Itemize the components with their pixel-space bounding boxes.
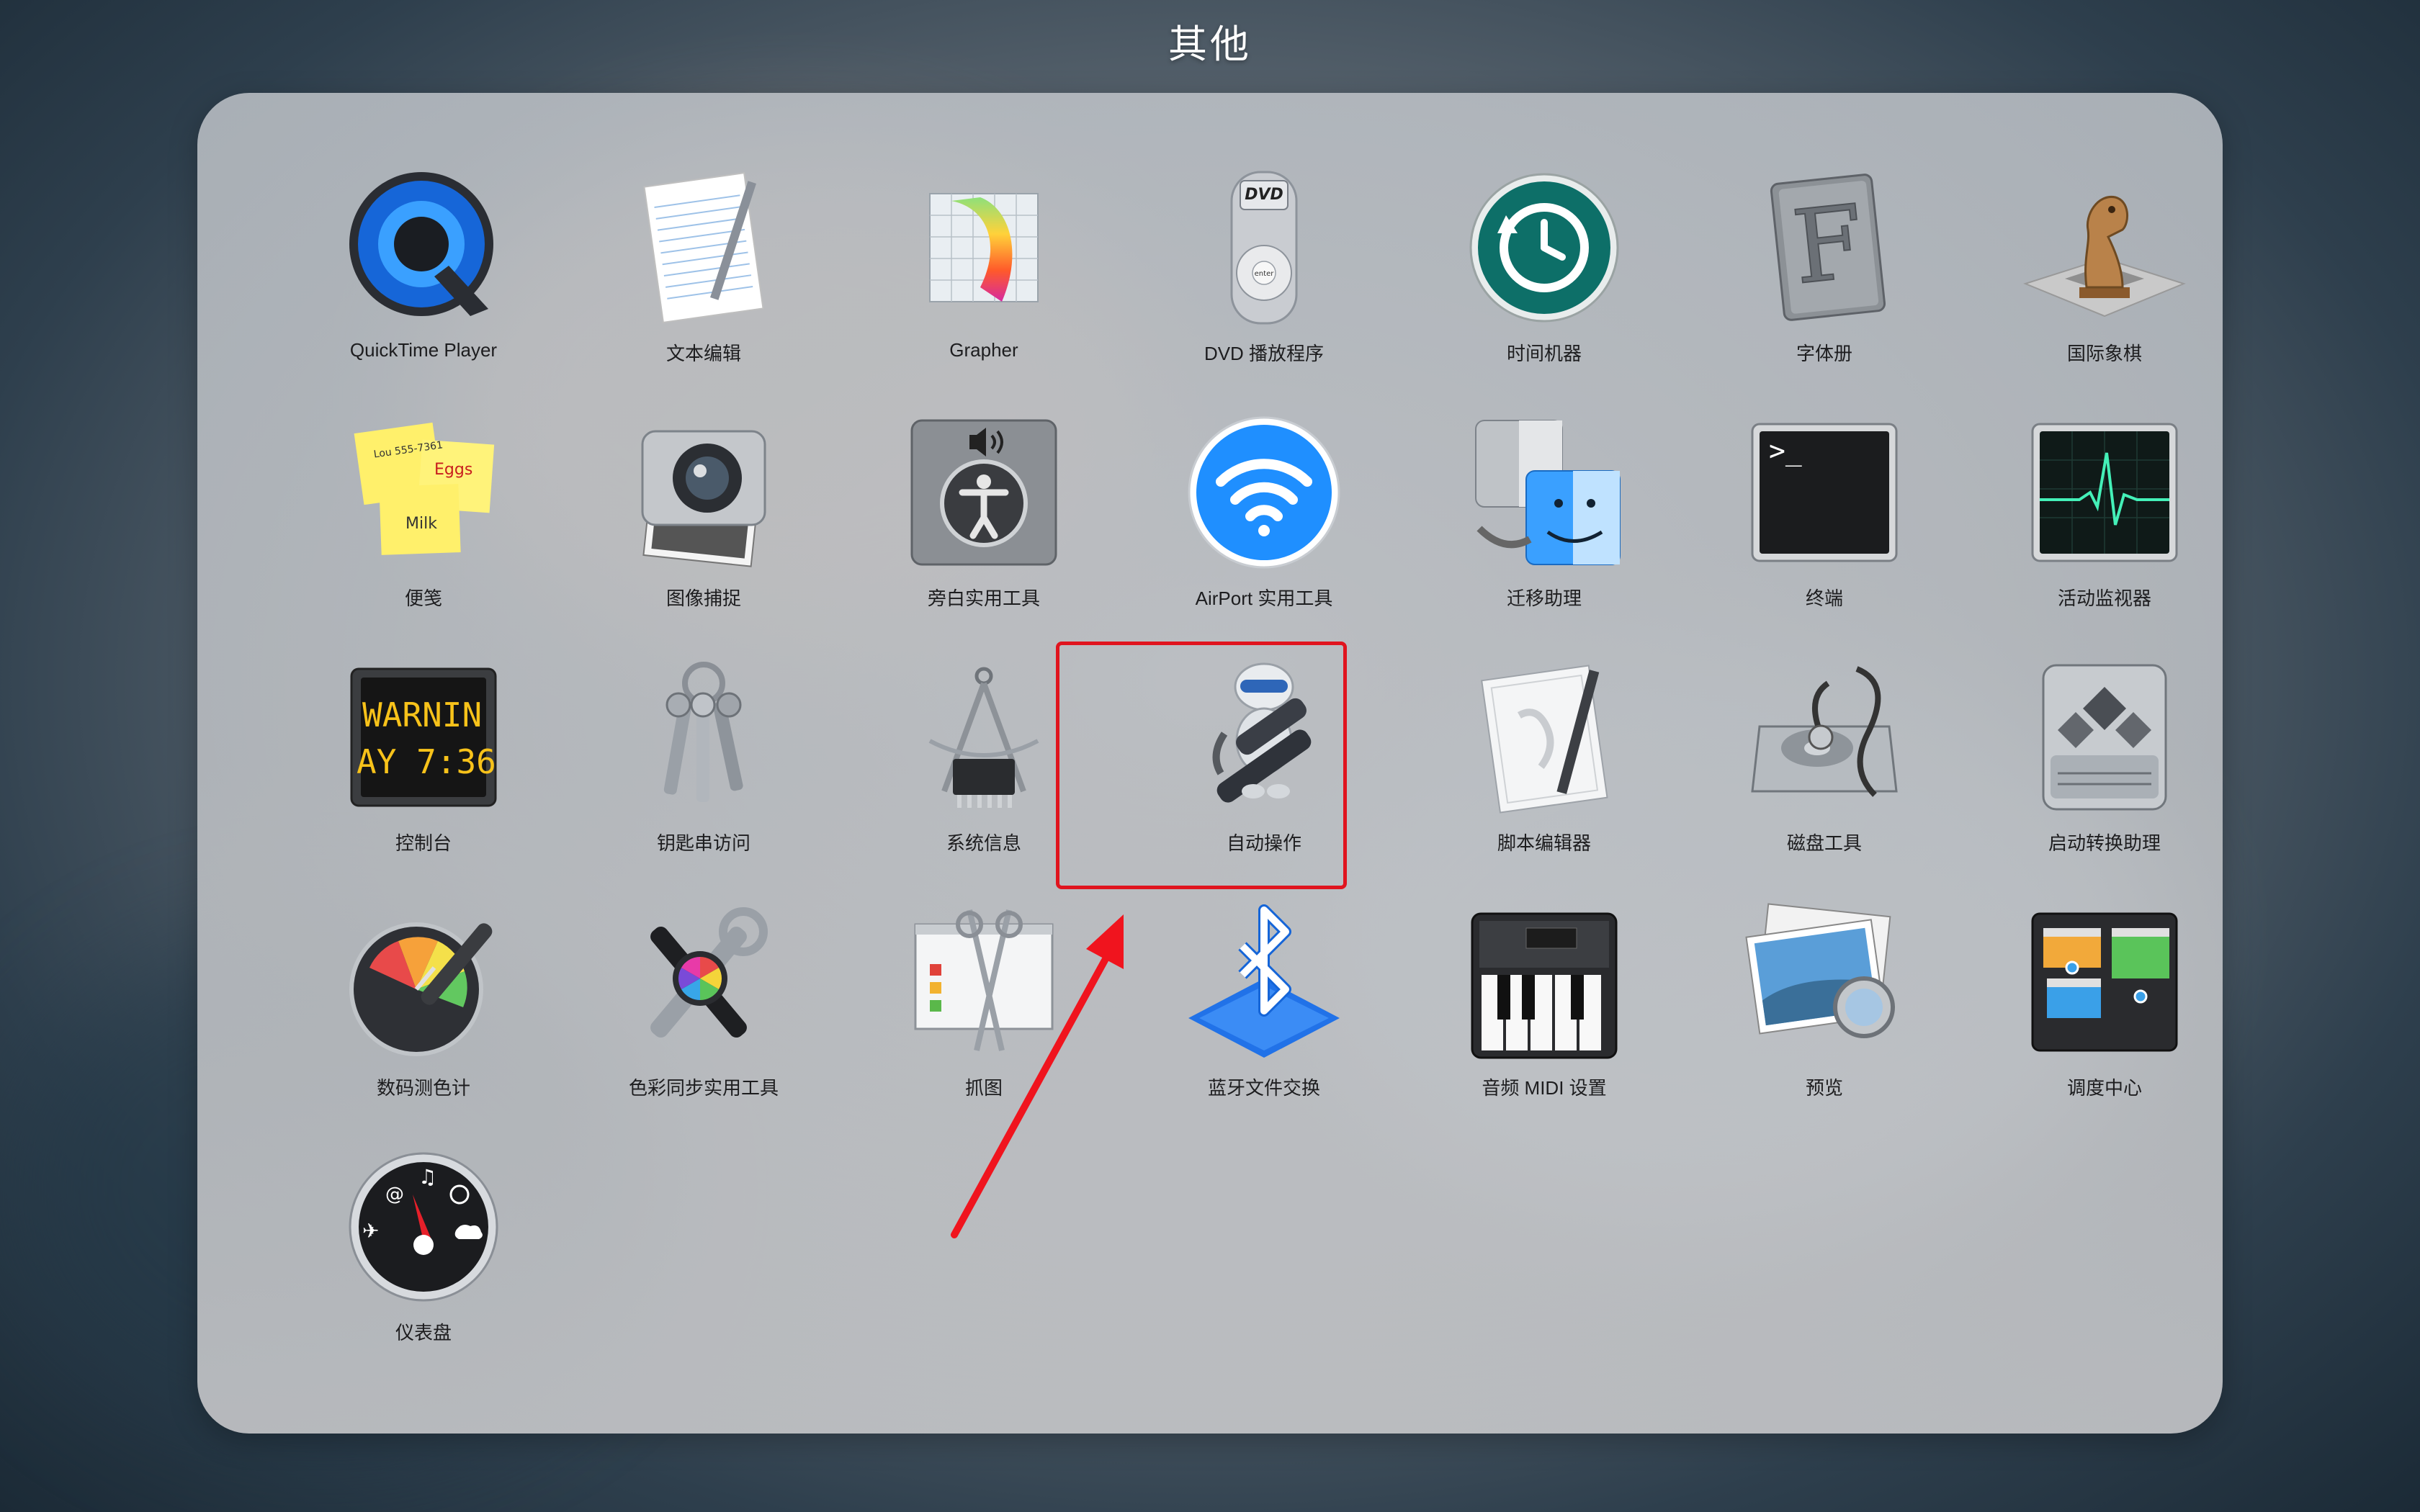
app-digital-color-meter[interactable]: 数码测色计 xyxy=(294,899,553,1144)
quicktime-icon xyxy=(341,165,506,330)
svg-text:✈: ✈ xyxy=(362,1219,379,1243)
app-image-capture[interactable]: 图像捕捉 xyxy=(574,410,833,654)
boot-camp-assistant-icon xyxy=(2022,654,2187,820)
migration-assistant-icon xyxy=(1461,410,1627,575)
voiceover-utility-icon xyxy=(901,410,1067,575)
app-label: 脚本编辑器 xyxy=(1497,832,1591,854)
app-mission-control[interactable]: 调度中心 xyxy=(1975,899,2223,1144)
terminal-icon: >_ xyxy=(1742,410,1907,575)
stickies-icon: Lou 555-7361 Eggs Milk xyxy=(341,410,506,575)
app-boot-camp-assistant[interactable]: 启动转换助理 xyxy=(1975,654,2223,899)
activity-monitor-icon xyxy=(2022,410,2187,575)
app-label: DVD 播放程序 xyxy=(1204,343,1325,364)
annotation-highlight-box xyxy=(1056,642,1347,889)
app-label: 字体册 xyxy=(1796,343,1852,364)
grapher-icon xyxy=(901,165,1067,330)
console-icon-text: AY 7:36 xyxy=(357,742,496,781)
sticky-note-text: Milk xyxy=(405,515,437,533)
app-label: 音频 MIDI 设置 xyxy=(1482,1077,1607,1099)
system-information-icon xyxy=(901,654,1067,820)
app-label: 控制台 xyxy=(395,832,452,854)
app-label: 终端 xyxy=(1805,588,1843,609)
terminal-prompt-text: >_ xyxy=(1769,435,1802,467)
console-icon: WARNIN AY 7:36 xyxy=(341,654,506,820)
svg-text:F: F xyxy=(1788,184,1870,307)
console-icon-text: WARNIN xyxy=(362,696,482,734)
font-book-icon: F xyxy=(1742,165,1907,330)
script-editor-icon xyxy=(1461,654,1627,820)
disk-utility-icon xyxy=(1742,654,1907,820)
svg-text:♫: ♫ xyxy=(418,1165,436,1189)
app-dvd-player[interactable]: DVD enter DVD 播放程序 xyxy=(1134,165,1394,410)
app-label: 预览 xyxy=(1805,1077,1843,1099)
app-label: 抓图 xyxy=(964,1077,1003,1099)
app-airport-utility[interactable]: AirPort 实用工具 xyxy=(1134,410,1394,654)
app-font-book[interactable]: F 字体册 xyxy=(1695,165,1954,410)
bluetooth-file-exchange-icon xyxy=(1181,899,1347,1065)
image-capture-icon xyxy=(621,410,786,575)
app-label: 时间机器 xyxy=(1506,343,1582,364)
app-label: 迁移助理 xyxy=(1506,588,1582,609)
app-label: Grapher xyxy=(949,339,1018,361)
time-machine-icon xyxy=(1461,165,1627,330)
app-time-machine[interactable]: 时间机器 xyxy=(1415,165,1674,410)
colorsync-utility-icon xyxy=(621,899,786,1065)
app-label: 国际象棋 xyxy=(2066,343,2142,364)
app-activity-monitor[interactable]: 活动监视器 xyxy=(1975,410,2223,654)
app-disk-utility[interactable]: 磁盘工具 xyxy=(1695,654,1954,899)
app-label: AirPort 实用工具 xyxy=(1195,588,1333,609)
preview-icon xyxy=(1742,899,1907,1065)
app-label: 启动转换助理 xyxy=(2048,832,2161,854)
app-label: 调度中心 xyxy=(2066,1077,2142,1099)
app-label: 蓝牙文件交换 xyxy=(1207,1077,1320,1099)
app-label: 数码测色计 xyxy=(376,1077,470,1099)
app-dashboard[interactable]: @ ♫ ✈ 仪表盘 xyxy=(294,1144,553,1389)
dvd-enter-text: enter xyxy=(1255,270,1275,278)
app-textedit[interactable]: 文本编辑 xyxy=(574,165,833,410)
digital-color-meter-icon xyxy=(341,899,506,1065)
app-chess[interactable]: 国际象棋 xyxy=(1975,165,2223,410)
app-preview[interactable]: 预览 xyxy=(1695,899,1954,1144)
app-label: 仪表盘 xyxy=(395,1322,452,1344)
app-grapher[interactable]: Grapher xyxy=(854,165,1113,410)
app-migration-assistant[interactable]: 迁移助理 xyxy=(1415,410,1674,654)
airport-utility-icon xyxy=(1181,410,1347,575)
app-voiceover-utility[interactable]: 旁白实用工具 xyxy=(854,410,1113,654)
audio-midi-setup-icon xyxy=(1461,899,1627,1065)
app-stickies[interactable]: Lou 555-7361 Eggs Milk 便笺 xyxy=(294,410,553,654)
app-bluetooth-file-exchange[interactable]: 蓝牙文件交换 xyxy=(1134,899,1394,1144)
dvd-logo-text: DVD xyxy=(1245,186,1283,204)
dashboard-icon: @ ♫ ✈ xyxy=(341,1144,506,1310)
chess-icon xyxy=(2022,165,2187,330)
app-label: 系统信息 xyxy=(946,832,1021,854)
app-label: 钥匙串访问 xyxy=(656,832,750,854)
sticky-note-text: Eggs xyxy=(434,461,472,479)
app-grab[interactable]: 抓图 xyxy=(854,899,1113,1144)
svg-text:@: @ xyxy=(385,1184,404,1205)
app-label: 色彩同步实用工具 xyxy=(628,1077,779,1099)
keychain-access-icon xyxy=(621,654,786,820)
app-keychain-access[interactable]: 钥匙串访问 xyxy=(574,654,833,899)
mission-control-icon xyxy=(2022,899,2187,1065)
grab-icon xyxy=(901,899,1067,1065)
app-quicktime-player[interactable]: QuickTime Player xyxy=(294,165,553,410)
app-audio-midi-setup[interactable]: 音频 MIDI 设置 xyxy=(1415,899,1674,1144)
folder-title[interactable]: 其他 xyxy=(0,16,2420,73)
app-script-editor[interactable]: 脚本编辑器 xyxy=(1415,654,1674,899)
textedit-icon xyxy=(621,165,786,330)
app-label: 图像捕捉 xyxy=(666,588,741,609)
app-terminal[interactable]: >_ 终端 xyxy=(1695,410,1954,654)
app-colorsync-utility[interactable]: 色彩同步实用工具 xyxy=(574,899,833,1144)
app-label: 磁盘工具 xyxy=(1786,832,1862,854)
app-label: 活动监视器 xyxy=(2057,588,2151,609)
dvd-player-icon: DVD enter xyxy=(1181,165,1347,330)
app-console[interactable]: WARNIN AY 7:36 控制台 xyxy=(294,654,553,899)
app-label: 文本编辑 xyxy=(666,343,741,364)
app-label: 便笺 xyxy=(404,588,442,609)
app-label: 旁白实用工具 xyxy=(927,588,1040,609)
app-label: QuickTime Player xyxy=(349,339,498,361)
